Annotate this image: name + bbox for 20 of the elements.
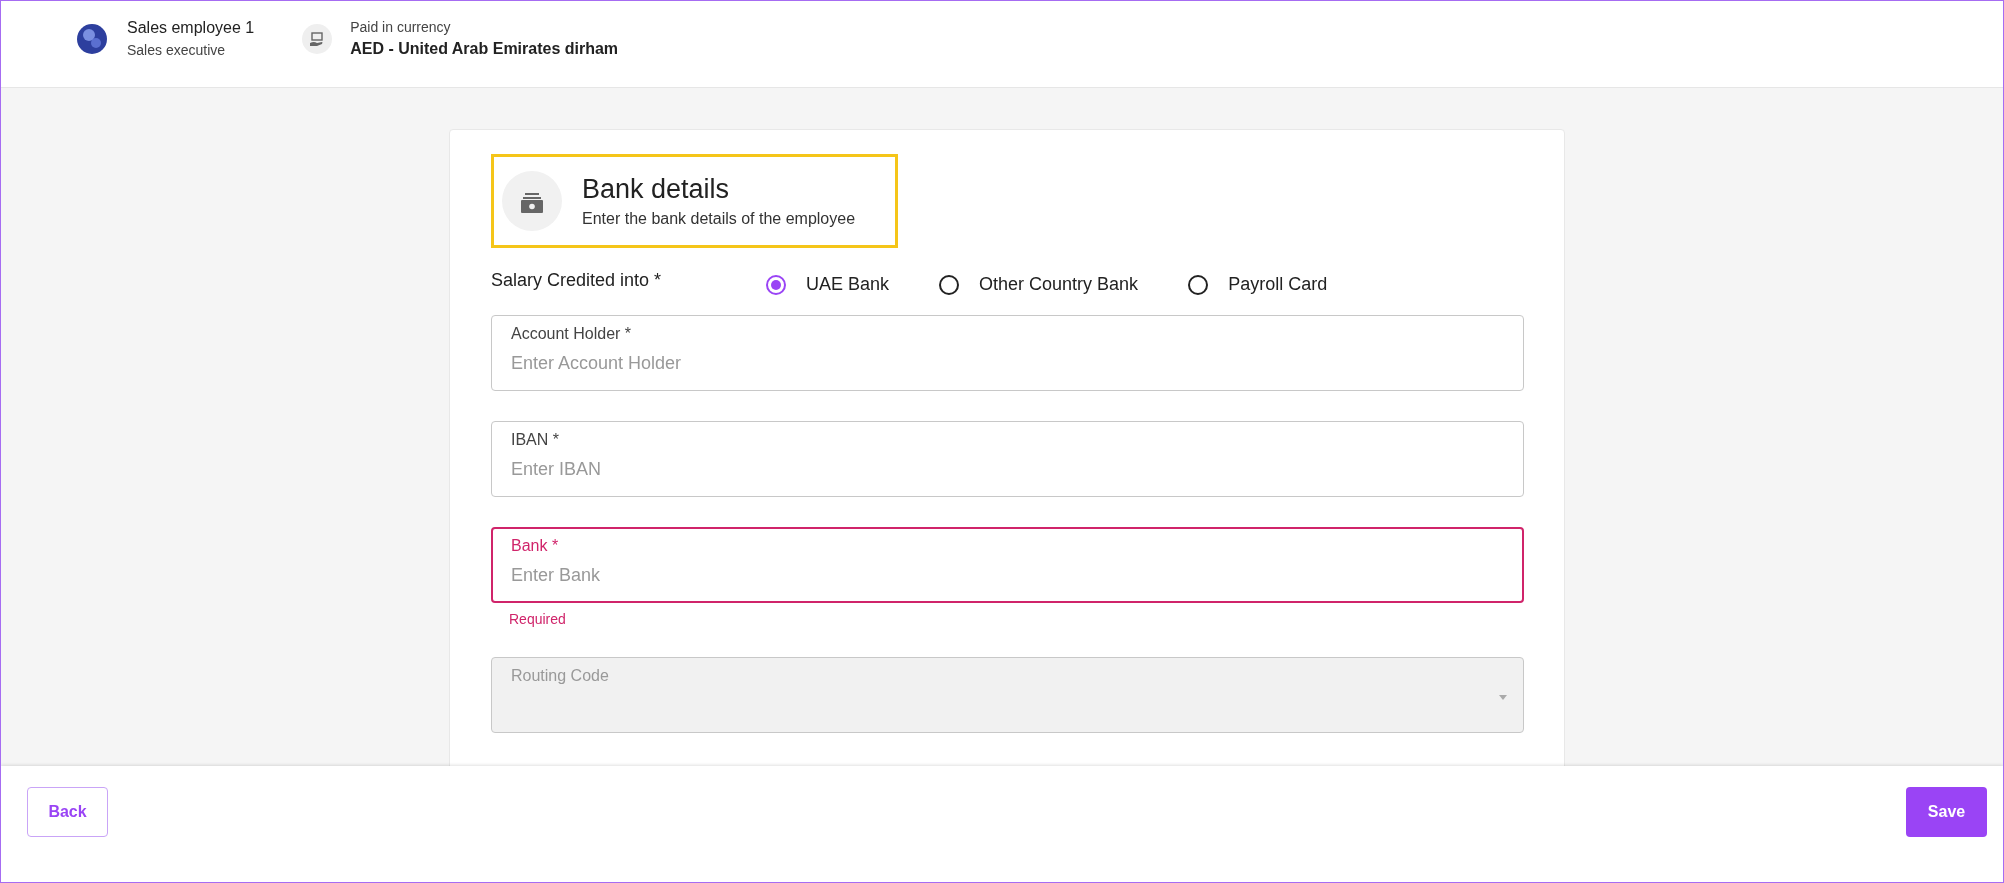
input-field[interactable]: Account Holder * Enter Account Holder — [491, 315, 1524, 391]
section-title: Bank details — [582, 174, 731, 205]
save-button[interactable]: Save — [1906, 787, 1987, 837]
caret-icon — [1499, 695, 1507, 700]
avatar-icon — [77, 23, 107, 54]
error-message: Required — [509, 611, 567, 627]
back-button[interactable]: Back — [27, 787, 108, 837]
radio-option[interactable]: Payroll Card — [1188, 274, 1328, 295]
employee-role: Sales executive — [127, 42, 227, 58]
currency-label: Paid in currency — [350, 19, 452, 35]
radio-option[interactable]: Other Country Bank — [939, 274, 1139, 295]
employee-name: Sales employee 1 — [127, 19, 255, 37]
input-field[interactable]: IBAN * Enter IBAN — [491, 421, 1524, 497]
radio-option[interactable]: UAE Bank — [766, 274, 890, 295]
bank-notes-icon — [502, 171, 562, 231]
salary-credited-label: Salary Credited into * — [491, 270, 663, 291]
cash-hand-icon — [302, 23, 333, 54]
input-field[interactable]: Bank * Enter Bank — [491, 527, 1524, 603]
section-subtitle: Enter the bank details of the employee — [582, 210, 856, 228]
currency-value: AED - United Arab Emirates dirham — [350, 40, 619, 58]
